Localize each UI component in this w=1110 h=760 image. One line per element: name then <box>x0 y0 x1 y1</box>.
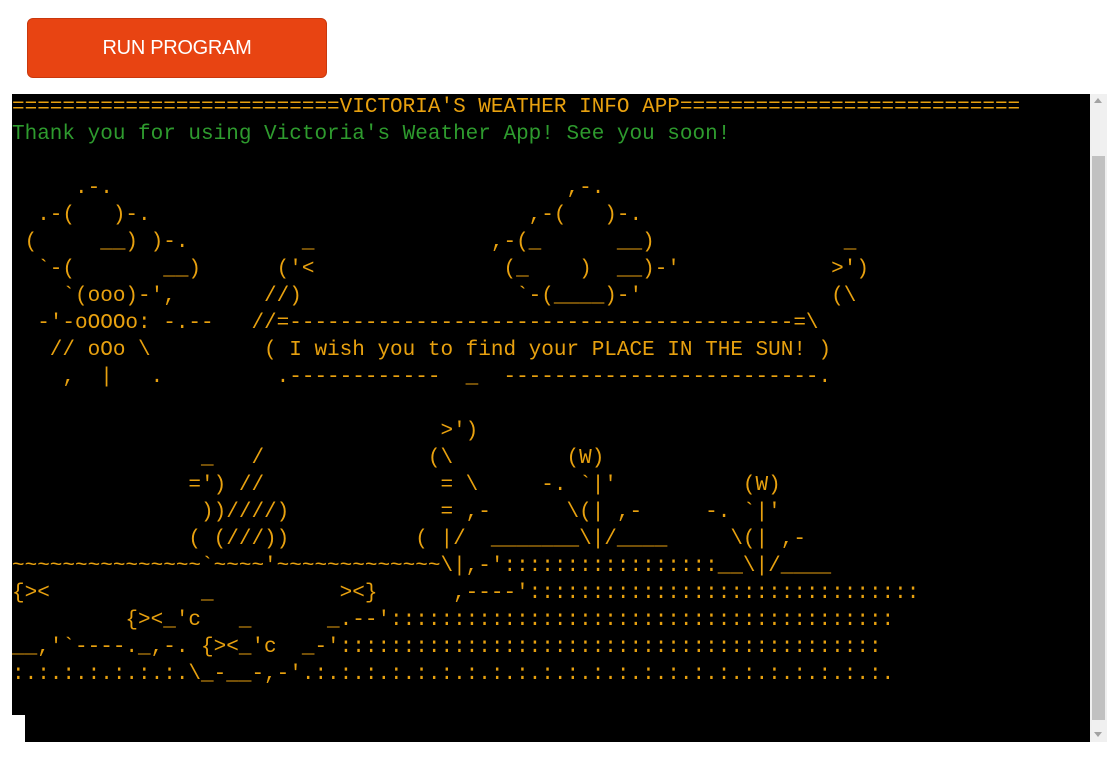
terminal-line: ~~~~~~~~~~~~~~~`~~~~'~~~~~~~~~~~~~\|,-':… <box>12 555 832 578</box>
terminal-line: =') // = \ -. `|' (W) <box>12 474 781 497</box>
terminal-line: `-( __) ('< (_ ) __)-' >') <box>12 258 869 281</box>
terminal-line: _ / (\ (W) <box>12 447 605 470</box>
terminal-line: .-. ,-. <box>12 177 605 200</box>
terminal-title-line: ==========================VICTORIA'S WEA… <box>12 96 1021 119</box>
terminal-line: // oOo \ ( I wish you to find your PLACE… <box>12 339 832 362</box>
terminal-line: ( __) )-. _ ,-(_ __) _ <box>12 231 857 254</box>
scrollbar-thumb[interactable] <box>1092 156 1105 720</box>
terminal-corner-gap <box>12 715 25 742</box>
scroll-down-arrow-icon[interactable] <box>1094 732 1102 737</box>
terminal-line: ( (///)) ( |/ _______\|/____ \(| ,- <box>12 528 806 551</box>
terminal-line: ))////) = ,- \(| ,- -. `|' <box>12 501 781 524</box>
run-program-button[interactable]: RUN PROGRAM <box>27 18 327 78</box>
terminal-line: `(ooo)-', //) `-(____)-' (\ <box>12 285 857 308</box>
terminal-message-line: Thank you for using Victoria's Weather A… <box>12 123 731 146</box>
terminal-scrollbar[interactable] <box>1090 94 1107 742</box>
terminal-line: -'-oOOOo: -.-- //=----------------------… <box>12 312 819 335</box>
terminal-line: .-( )-. ,-( )-. <box>12 204 643 227</box>
terminal-line: {><_'c _ _.--'::::::::::::::::::::::::::… <box>12 609 895 632</box>
terminal-line: __,'`----._,-. {><_'c _-':::::::::::::::… <box>12 636 882 659</box>
terminal-line: >') <box>12 420 479 443</box>
scroll-up-arrow-icon[interactable] <box>1094 98 1102 103</box>
terminal-line: :.:.:.:.:.:.:.\_-__-,-'.:.:.:.:.:.:.:.:.… <box>12 663 895 686</box>
terminal-line: , | . .------------ _ ------------------… <box>12 366 832 389</box>
terminal-output[interactable]: ==========================VICTORIA'S WEA… <box>12 94 1090 742</box>
terminal-line: {>< _ ><} ,----'::::::::::::::::::::::::… <box>12 582 920 605</box>
